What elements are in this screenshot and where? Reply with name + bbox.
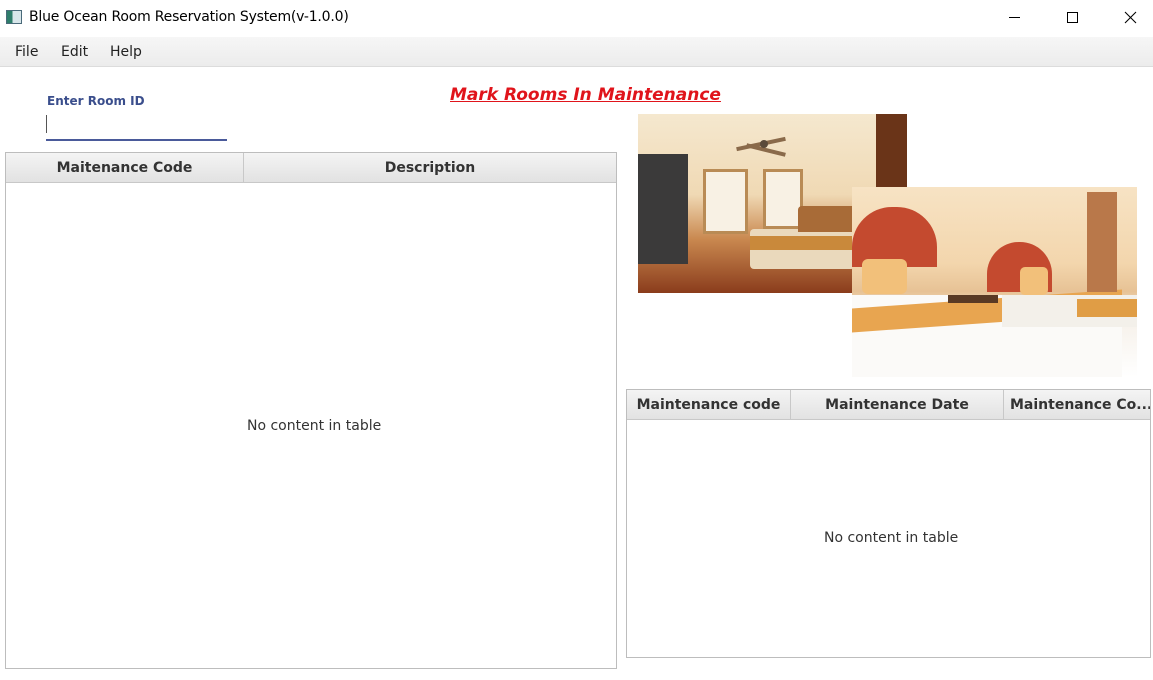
empty-table-message: No content in table [247, 418, 382, 434]
minimize-button[interactable] [991, 0, 1037, 34]
close-icon [1124, 11, 1136, 23]
app-icon [6, 10, 22, 24]
menu-bar: File Edit Help [0, 37, 1153, 67]
room-id-input[interactable] [46, 112, 227, 141]
close-button[interactable] [1107, 0, 1153, 34]
column-header-description[interactable]: Description [244, 153, 616, 183]
table-header: Maitenance Code Description [6, 153, 616, 183]
minimize-icon [1008, 16, 1020, 18]
maintenance-records-table[interactable]: Maintenance code Maintenance Date Mainte… [626, 389, 1151, 658]
maximize-icon [1066, 11, 1078, 23]
menu-file[interactable]: File [15, 44, 38, 60]
column-header-maintenance-code[interactable]: Maitenance Code [6, 153, 244, 183]
page-title: Mark Rooms In Maintenance [450, 85, 721, 105]
text-caret [46, 115, 47, 133]
maximize-button[interactable] [1049, 0, 1095, 34]
column-header-maintenance-date[interactable]: Maintenance Date [791, 390, 1004, 420]
room-id-label: Enter Room ID [47, 94, 145, 108]
menu-help[interactable]: Help [110, 44, 142, 60]
maintenance-code-table[interactable]: Maitenance Code Description No content i… [5, 152, 617, 669]
column-header-maintenance-code[interactable]: Maintenance code [627, 390, 791, 420]
table-header: Maintenance code Maintenance Date Mainte… [627, 390, 1150, 420]
column-header-maintenance-comment[interactable]: Maintenance Co... [1004, 390, 1150, 420]
twin-bedroom-photo [852, 187, 1137, 377]
window-titlebar[interactable]: Blue Ocean Room Reservation System(v-1.0… [0, 0, 1153, 36]
menu-edit[interactable]: Edit [61, 44, 88, 60]
window-title: Blue Ocean Room Reservation System(v-1.0… [29, 9, 349, 25]
empty-table-message: No content in table [824, 530, 959, 546]
